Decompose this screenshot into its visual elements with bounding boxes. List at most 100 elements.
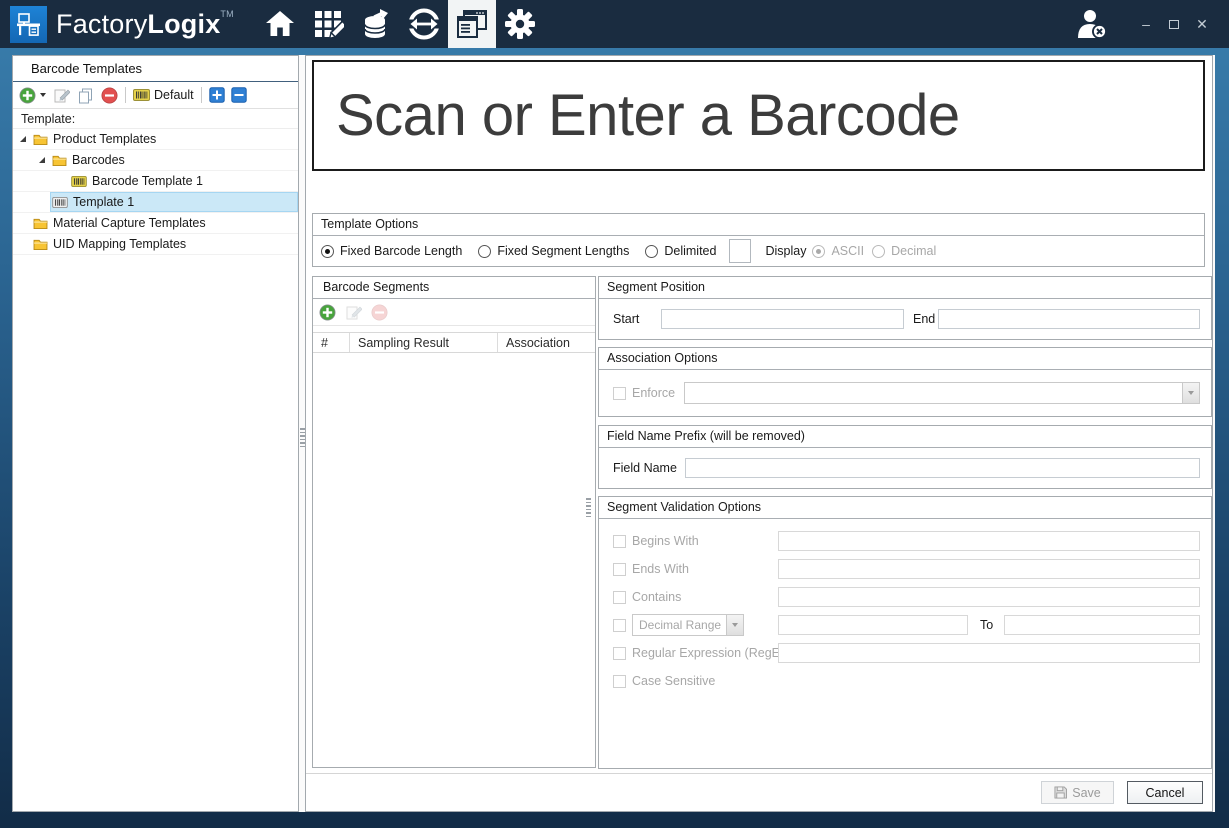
range-from-input[interactable] bbox=[778, 615, 968, 635]
nav-settings-button[interactable] bbox=[496, 0, 544, 48]
case-sensitive-checkbox[interactable] bbox=[613, 675, 626, 688]
tree-label: UID Mapping Templates bbox=[53, 237, 186, 251]
ascii-label: ASCII bbox=[831, 244, 864, 258]
fixed-barcode-length-label: Fixed Barcode Length bbox=[340, 244, 462, 258]
delimiter-input[interactable] bbox=[729, 239, 751, 263]
folder-icon bbox=[33, 217, 48, 229]
maximize-button[interactable] bbox=[1165, 15, 1183, 33]
enforce-checkbox[interactable] bbox=[613, 387, 626, 400]
regex-checkbox[interactable] bbox=[613, 647, 626, 660]
ends-with-checkbox[interactable] bbox=[613, 563, 626, 576]
tree-item-barcode-template-1[interactable]: Barcode Template 1 bbox=[13, 171, 298, 192]
brand-logix: Logix bbox=[147, 9, 220, 39]
factorylogix-logo-icon bbox=[10, 6, 47, 43]
regex-label: Regular Expression (RegEx): bbox=[632, 646, 778, 660]
start-input[interactable] bbox=[661, 309, 904, 329]
association-options-title: Association Options bbox=[599, 348, 1211, 370]
copy-template-button[interactable] bbox=[77, 87, 94, 104]
field-name-input[interactable] bbox=[685, 458, 1200, 478]
field-name-label: Field Name bbox=[613, 461, 677, 475]
barcode-segments-title: Barcode Segments bbox=[313, 277, 595, 299]
user-logout-button[interactable] bbox=[1076, 9, 1109, 39]
cancel-label: Cancel bbox=[1146, 786, 1185, 800]
segments-table-body[interactable] bbox=[313, 353, 595, 767]
titlebar-right: – ✕ bbox=[1076, 0, 1229, 48]
cancel-button[interactable]: Cancel bbox=[1127, 781, 1203, 804]
tree-label: Product Templates bbox=[53, 132, 156, 146]
remove-template-button[interactable] bbox=[101, 87, 118, 104]
segments-table-header: # Sampling Result Association bbox=[313, 332, 595, 353]
template-options-row: Fixed Barcode Length Fixed Segment Lengt… bbox=[313, 236, 1204, 266]
segments-splitter[interactable] bbox=[586, 498, 591, 517]
delimited-radio[interactable] bbox=[645, 245, 658, 258]
expander-icon[interactable] bbox=[34, 157, 50, 163]
editor-footer: Save Cancel bbox=[306, 773, 1212, 811]
save-button[interactable]: Save bbox=[1041, 781, 1114, 804]
tree-item-material-capture-templates[interactable]: Material Capture Templates bbox=[13, 213, 298, 234]
range-to-input[interactable] bbox=[1004, 615, 1200, 635]
default-template-button[interactable]: Default bbox=[133, 88, 194, 102]
sidebar-toolbar: Default bbox=[13, 82, 298, 109]
fixed-segment-lengths-radio[interactable] bbox=[478, 245, 491, 258]
nav-templates-button[interactable] bbox=[448, 0, 496, 48]
range-type-combobox[interactable]: Decimal Range bbox=[632, 614, 744, 636]
collapse-all-button[interactable] bbox=[231, 87, 247, 103]
ends-with-input[interactable] bbox=[778, 559, 1200, 579]
maximize-icon bbox=[1169, 20, 1179, 29]
fixed-segment-lengths-label: Fixed Segment Lengths bbox=[497, 244, 629, 258]
toolbar-separator bbox=[201, 87, 202, 103]
segment-position-title: Segment Position bbox=[599, 277, 1211, 299]
ends-with-label: Ends With bbox=[632, 562, 778, 576]
template-tree: Product Templates Barcodes Barcode Templ… bbox=[13, 129, 298, 255]
edit-segment-button[interactable] bbox=[345, 304, 362, 321]
tree-item-template-1[interactable]: Template 1 bbox=[13, 192, 298, 213]
barcode-scan-input[interactable]: Scan or Enter a Barcode bbox=[312, 60, 1205, 171]
template-editor-panel: Scan or Enter a Barcode Template Options… bbox=[305, 55, 1213, 812]
nav-materials-button[interactable] bbox=[352, 0, 400, 48]
sidebar-splitter[interactable] bbox=[300, 428, 305, 447]
nav-production-button[interactable] bbox=[304, 0, 352, 48]
add-circle-icon bbox=[319, 304, 336, 321]
sidebar-title: Barcode Templates bbox=[13, 56, 298, 82]
end-input[interactable] bbox=[938, 309, 1200, 329]
tree-item-uid-mapping-templates[interactable]: UID Mapping Templates bbox=[13, 234, 298, 255]
ascii-radio[interactable] bbox=[812, 245, 825, 258]
column-association[interactable]: Association bbox=[498, 333, 595, 352]
column-number[interactable]: # bbox=[313, 333, 350, 352]
contains-checkbox[interactable] bbox=[613, 591, 626, 604]
tree-label: Barcodes bbox=[72, 153, 125, 167]
tree-item-product-templates[interactable]: Product Templates bbox=[13, 129, 298, 150]
contains-input[interactable] bbox=[778, 587, 1200, 607]
tree-item-barcodes[interactable]: Barcodes bbox=[13, 150, 298, 171]
decimal-radio[interactable] bbox=[872, 245, 885, 258]
nav-home-button[interactable] bbox=[256, 0, 304, 48]
display-label: Display bbox=[765, 244, 806, 258]
nav-sync-button[interactable] bbox=[400, 0, 448, 48]
association-options-panel: Association Options Enforce bbox=[598, 347, 1212, 417]
add-segment-button[interactable] bbox=[319, 304, 336, 321]
decimal-label: Decimal bbox=[891, 244, 936, 258]
tree-label: Template 1 bbox=[73, 195, 134, 209]
segments-toolbar bbox=[313, 299, 595, 326]
fixed-barcode-length-radio[interactable] bbox=[321, 245, 334, 258]
edit-template-button[interactable] bbox=[53, 87, 70, 104]
range-checkbox[interactable] bbox=[613, 619, 626, 632]
expander-icon[interactable] bbox=[15, 136, 31, 142]
regex-input[interactable] bbox=[778, 643, 1200, 663]
begins-with-checkbox[interactable] bbox=[613, 535, 626, 548]
expand-all-button[interactable] bbox=[209, 87, 225, 103]
dropdown-button[interactable] bbox=[726, 615, 743, 635]
remove-segment-button[interactable] bbox=[371, 304, 388, 321]
dropdown-button[interactable] bbox=[1182, 383, 1199, 403]
chevron-down-icon bbox=[732, 623, 738, 627]
enforce-combobox[interactable] bbox=[684, 382, 1200, 404]
window-controls: – ✕ bbox=[1137, 15, 1211, 33]
add-template-button[interactable] bbox=[19, 87, 46, 104]
grid-pencil-icon bbox=[312, 8, 344, 40]
minimize-button[interactable]: – bbox=[1137, 15, 1155, 33]
database-icon bbox=[360, 8, 392, 40]
begins-with-input[interactable] bbox=[778, 531, 1200, 551]
column-sampling-result[interactable]: Sampling Result bbox=[350, 333, 498, 352]
add-template-dropdown-icon[interactable] bbox=[40, 93, 46, 97]
close-button[interactable]: ✕ bbox=[1193, 15, 1211, 33]
